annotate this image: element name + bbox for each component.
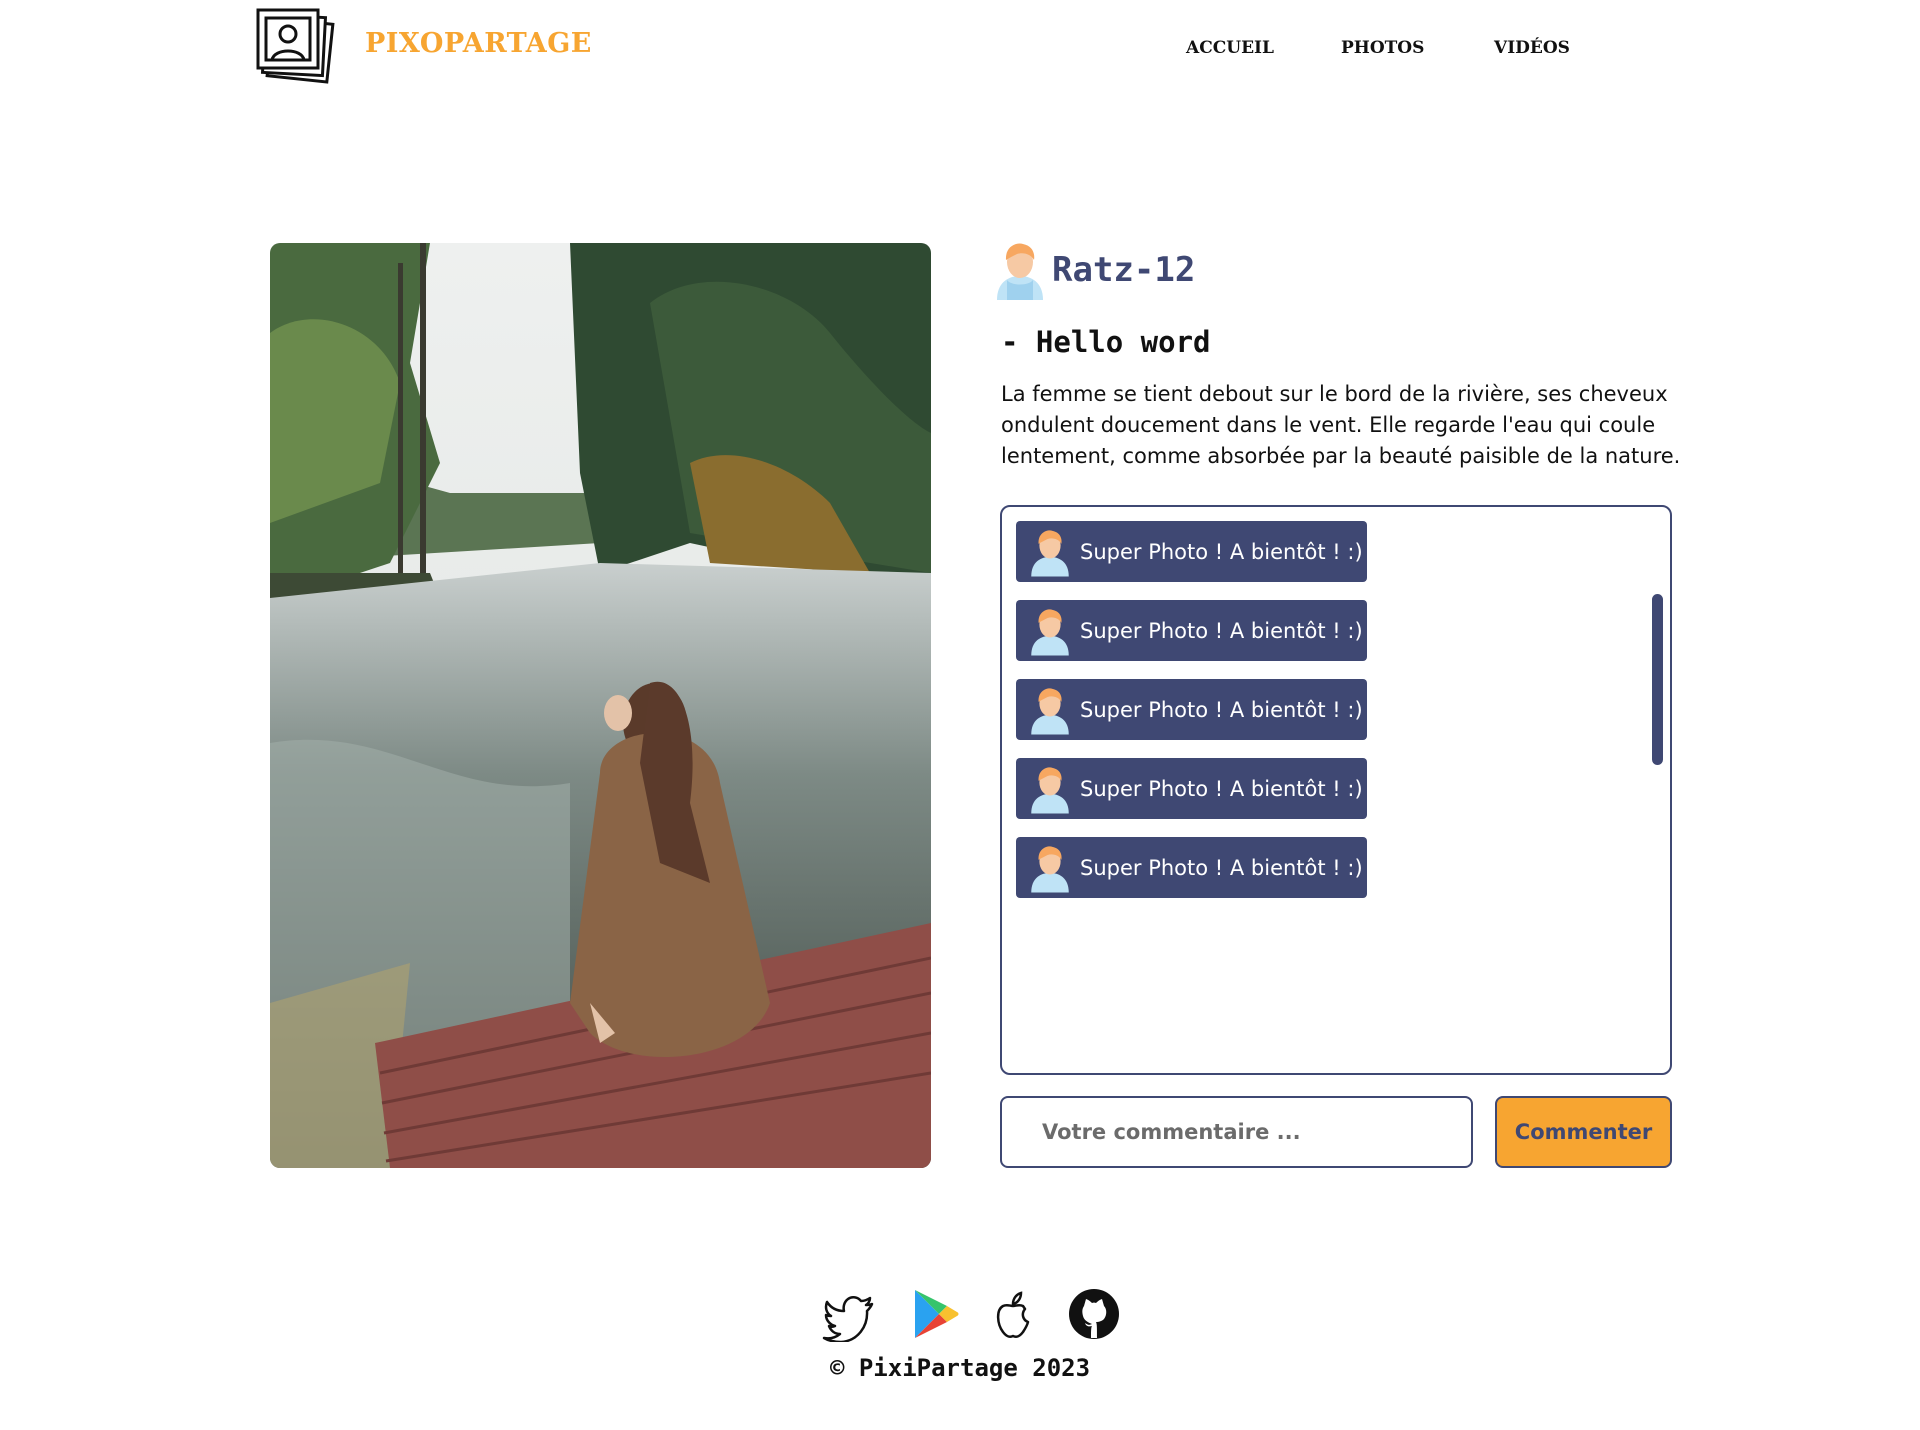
site-header: PIXOPARTAGE ACCUEIL PHOTOS VIDÉOS [0, 0, 1920, 100]
apple-icon[interactable] [985, 1286, 1041, 1342]
author-name[interactable]: Ratz-12 [1052, 250, 1195, 290]
comment-text: Super Photo ! A bientôt ! :) [1080, 539, 1363, 564]
comments-list: Super Photo ! A bientôt ! :) Super Photo… [1016, 521, 1367, 916]
commenter-avatar [1031, 608, 1069, 655]
google-play-icon[interactable] [905, 1286, 961, 1342]
nav-videos[interactable]: VIDÉOS [1494, 38, 1570, 58]
author-avatar [997, 243, 1043, 300]
commenter-avatar [1031, 766, 1069, 813]
commenter-avatar [1031, 687, 1069, 734]
comment-text: Super Photo ! A bientôt ! :) [1080, 697, 1363, 722]
post-title: - Hello word [1001, 325, 1211, 359]
nav-photos[interactable]: PHOTOS [1341, 38, 1424, 58]
comments-box[interactable]: Super Photo ! A bientôt ! :) Super Photo… [1000, 505, 1672, 1075]
stacked-photos-icon[interactable] [256, 8, 338, 88]
comment-text: Super Photo ! A bientôt ! :) [1080, 855, 1363, 880]
comment-submit-button[interactable]: Commenter [1495, 1096, 1672, 1168]
comment-item: Super Photo ! A bientôt ! :) [1016, 600, 1367, 661]
comment-text: Super Photo ! A bientôt ! :) [1080, 776, 1363, 801]
comment-item: Super Photo ! A bientôt ! :) [1016, 837, 1367, 898]
comment-text: Super Photo ! A bientôt ! :) [1080, 618, 1363, 643]
post-description: La femme se tient debout sur le bord de … [1001, 382, 1681, 468]
comment-item: Super Photo ! A bientôt ! :) [1016, 679, 1367, 740]
commenter-avatar [1031, 845, 1069, 892]
comment-item: Super Photo ! A bientôt ! :) [1016, 521, 1367, 582]
nav-accueil[interactable]: ACCUEIL [1186, 38, 1274, 58]
post-photo [270, 243, 931, 1168]
twitter-icon[interactable] [820, 1286, 876, 1342]
github-icon[interactable] [1066, 1286, 1122, 1342]
comments-scrollbar[interactable] [1652, 594, 1663, 765]
brand-name[interactable]: PIXOPARTAGE [365, 28, 592, 59]
comment-input[interactable] [1000, 1096, 1473, 1168]
copyright: © PixiPartage 2023 [829, 1354, 1091, 1382]
comment-item: Super Photo ! A bientôt ! :) [1016, 758, 1367, 819]
commenter-avatar [1031, 529, 1069, 576]
